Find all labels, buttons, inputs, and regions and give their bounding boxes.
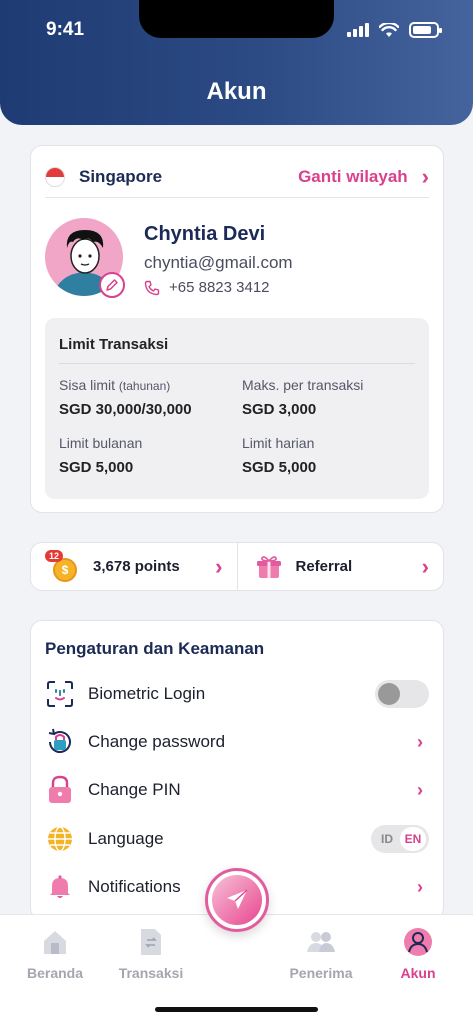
language-option-en[interactable]: EN [400, 827, 426, 851]
device-notch [139, 0, 334, 38]
biometric-toggle[interactable] [375, 680, 429, 708]
paper-plane-icon [212, 875, 262, 925]
limit-title: Limit Transaksi [59, 318, 415, 364]
language-switch[interactable]: ID EN [371, 825, 429, 853]
limit-value: SGD 5,000 [59, 459, 134, 476]
points-badge: 12 [45, 549, 64, 562]
lock-refresh-icon [45, 727, 75, 757]
face-id-icon [45, 679, 75, 709]
tab-label: Akun [400, 965, 436, 981]
tab-transaksi[interactable]: Transaksi [111, 923, 191, 981]
home-icon [15, 923, 95, 961]
battery-icon [409, 22, 442, 38]
coin-icon: $ 12 [45, 549, 79, 582]
setting-label: Language [88, 829, 164, 848]
status-icons [347, 22, 442, 38]
limit-item-annual: Sisa limit (tahunan) SGD 30,000/30,000 [59, 377, 242, 418]
transaction-icon [111, 923, 191, 961]
points-button[interactable]: $ 12 3,678 points › [31, 543, 237, 590]
tab-akun[interactable]: Akun [378, 923, 458, 981]
gift-icon [256, 555, 281, 578]
limit-label: Limit harian [242, 435, 315, 451]
points-label: 3,678 points [93, 558, 180, 575]
setting-biometric-login[interactable]: Biometric Login [45, 674, 429, 714]
chevron-right-icon: › [417, 780, 423, 800]
phone-icon [144, 280, 160, 295]
user-email: chyntia@gmail.com [144, 253, 293, 272]
setting-label: Biometric Login [88, 684, 206, 703]
status-time: 9:41 [46, 19, 85, 40]
bell-icon [45, 872, 75, 902]
region-name: Singapore [79, 166, 163, 186]
globe-icon [45, 824, 75, 854]
language-option-id[interactable]: ID [374, 832, 400, 846]
chevron-right-icon: › [421, 163, 429, 189]
region-row[interactable]: Singapore Ganti wilayah › [45, 156, 429, 198]
user-phone: +65 8823 3412 [144, 279, 270, 296]
referral-button[interactable]: Referral › [236, 543, 444, 590]
setting-change-pin[interactable]: Change PIN › [45, 770, 429, 810]
referral-label: Referral [295, 558, 353, 575]
settings-title: Pengaturan dan Keamanan [45, 639, 265, 658]
user-name: Chyntia Devi [144, 223, 266, 245]
padlock-icon [45, 775, 75, 805]
limit-item-monthly: Limit bulanan SGD 5,000 [59, 435, 242, 476]
limit-value: SGD 5,000 [242, 459, 317, 476]
setting-label: Change password [88, 732, 226, 751]
rewards-card: $ 12 3,678 points › Referral › [30, 542, 444, 591]
limit-item-per-transaction: Maks. per transaksi SGD 3,000 [242, 377, 415, 418]
limit-label: Sisa limit [59, 377, 116, 393]
home-indicator [155, 1007, 318, 1012]
change-region-link[interactable]: Ganti wilayah [298, 167, 408, 187]
limit-item-daily: Limit harian SGD 5,000 [242, 435, 415, 476]
singapore-flag-icon [45, 166, 65, 187]
chevron-right-icon: › [417, 732, 423, 752]
chevron-right-icon: › [417, 877, 423, 897]
tab-label: Beranda [26, 965, 84, 981]
limit-note: (tahunan) [118, 379, 171, 393]
limit-label: Limit bulanan [59, 435, 143, 451]
profile-card: Singapore Ganti wilayah › Chyntia Devi c… [30, 145, 444, 513]
tab-beranda[interactable]: Beranda [15, 923, 95, 981]
limit-label: Maks. per transaksi [242, 377, 364, 393]
chevron-right-icon: › [215, 553, 223, 579]
setting-language[interactable]: Language ID EN [45, 819, 429, 859]
setting-change-password[interactable]: Change password › [45, 722, 429, 762]
send-money-button[interactable] [205, 868, 269, 932]
app-header: 9:41 Akun [0, 0, 473, 125]
page-title: Akun [206, 78, 267, 105]
cellular-signal-icon [347, 23, 369, 37]
account-icon [378, 923, 458, 961]
setting-label: Notifications [88, 877, 181, 896]
transaction-limit-box: Limit Transaksi Sisa limit (tahunan) SGD… [45, 318, 429, 499]
wifi-icon [379, 22, 399, 37]
chevron-right-icon: › [421, 553, 429, 579]
recipients-icon [281, 923, 361, 961]
limit-value: SGD 30,000/30,000 [59, 401, 192, 418]
edit-avatar-button[interactable] [99, 272, 125, 298]
tab-label: Penerima [289, 965, 353, 981]
pencil-icon [106, 279, 118, 291]
user-phone-number: +65 8823 3412 [169, 279, 270, 296]
limit-value: SGD 3,000 [242, 401, 317, 418]
tab-penerima[interactable]: Penerima [281, 923, 361, 981]
setting-label: Change PIN [88, 780, 181, 799]
tab-label: Transaksi [118, 965, 184, 981]
